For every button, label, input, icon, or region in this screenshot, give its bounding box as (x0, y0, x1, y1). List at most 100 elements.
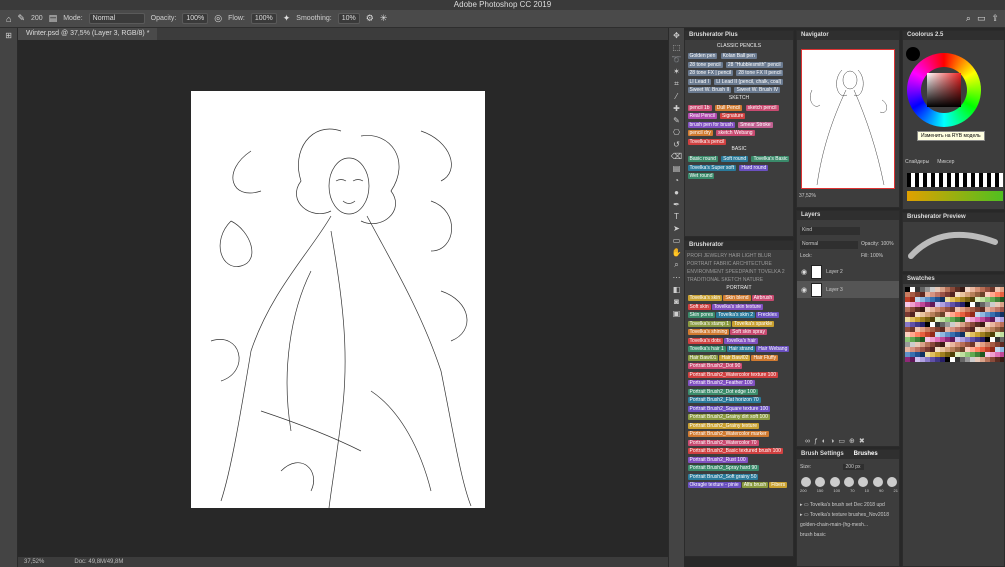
category-line[interactable]: PORTRAIT FABRIC ARCHITECTURE (687, 261, 791, 268)
brush-tag[interactable]: Hard round (739, 164, 769, 171)
share-icon[interactable]: ⇪ (991, 13, 999, 24)
visibility-eye-icon[interactable]: ◉ (801, 268, 807, 276)
category-line[interactable]: ENVIRONMENT SPEEDPAINT TOVELKA 2 (687, 269, 791, 276)
category-line[interactable]: PROFI JEWELRY HAIR LIGHT BLUR (687, 253, 791, 260)
grayscale-strip[interactable] (907, 173, 1003, 187)
new-layer-icon[interactable]: ⊕ (849, 438, 859, 445)
brush-tag[interactable]: Tovelka's skin 2 (716, 312, 755, 318)
type-tool-icon[interactable]: T (669, 212, 684, 221)
layer-filter-select[interactable]: Kind (800, 227, 860, 235)
brush-tag[interactable]: pencil 1b (687, 104, 712, 111)
brush-tag[interactable]: Hair Fluffy (751, 354, 779, 361)
brush-tag[interactable]: 28 tone FX | pencil (687, 70, 734, 76)
brush-tag[interactable]: Portrait Brush2_Grainy dirt soft 100 (687, 414, 770, 420)
brush-tag[interactable]: Dull Pencil (714, 104, 743, 111)
more-tools-icon[interactable]: ⋯ (669, 273, 684, 282)
brush-tag[interactable]: 28 tone pencil (687, 61, 723, 68)
brush-tag[interactable]: Tovelka's dots (687, 337, 723, 344)
brush-tag[interactable]: 28 tone FX II pencil (736, 70, 784, 76)
brush-tag[interactable]: Skin pores (687, 312, 716, 318)
layer-name[interactable]: Layer 3 (826, 287, 843, 293)
color-swatch-icon[interactable]: ◧ (669, 285, 684, 294)
brush-tag[interactable]: Portrait Brush2_Dot edge 100 (687, 388, 758, 395)
brush-tag[interactable]: Hair Webang (756, 346, 790, 352)
brush-tag[interactable]: Portrait Brush2_Dot 90 (687, 363, 743, 369)
navigator-zoom[interactable]: 37,52% (799, 193, 816, 199)
brush-tag[interactable]: Kolan Ball pen (720, 53, 757, 59)
brush-tag[interactable]: Fibers (769, 482, 788, 488)
brush-tag[interactable]: Portrait Brush2_Watercolor marker (687, 431, 769, 437)
color-strip[interactable] (907, 191, 1003, 201)
brush-tag[interactable]: sketch pencil (745, 104, 779, 111)
brush-tip[interactable] (872, 477, 883, 487)
brush-tag[interactable]: Wet round (687, 173, 715, 179)
brush-tag[interactable]: Portrait Brush2_Basic textured brush 100 (687, 448, 783, 454)
brush-tag[interactable]: Skin blend (723, 295, 751, 301)
brush-tag[interactable]: Tovelka's stamp 1 (687, 320, 732, 327)
brush-tip[interactable] (858, 477, 869, 487)
brush-item[interactable]: brush basic (800, 530, 898, 540)
home-icon[interactable]: ⌂ (6, 14, 11, 24)
quick-mask-icon[interactable]: ◙ (669, 297, 684, 306)
brush-tag[interactable]: Signature (720, 113, 746, 119)
search-icon[interactable]: ⌕ (966, 13, 971, 24)
brush-tip[interactable] (815, 477, 826, 487)
flow-field[interactable]: 100% (250, 13, 277, 24)
visibility-eye-icon[interactable]: ◉ (801, 286, 807, 294)
rectangle-tool-icon[interactable]: ▭ (669, 236, 684, 245)
brush-tag[interactable]: Sweet W. Brush IV (734, 87, 781, 93)
trash-icon[interactable]: ✖ (859, 438, 869, 445)
blur-icon[interactable]: ◔ (669, 176, 684, 185)
tab-brush-settings[interactable]: Brush Settings (801, 450, 844, 459)
brush-tag[interactable]: Freckles (755, 312, 779, 318)
tab-mixer[interactable]: Миксер (937, 159, 954, 165)
brush-tag[interactable]: Alfa brush (741, 482, 769, 488)
move-tool-icon[interactable]: ✥ (669, 31, 684, 40)
hand-tool-icon[interactable]: ✋ (669, 248, 684, 257)
workspace-icon[interactable]: ▭ (977, 13, 986, 24)
folder-icon[interactable]: ▭ (838, 438, 849, 445)
airbrush-icon[interactable]: ✦ (283, 13, 291, 24)
brush-tag[interactable]: Basic round (687, 156, 718, 162)
brush-tip[interactable] (843, 477, 854, 487)
magic-wand-icon[interactable]: ✶ (669, 67, 684, 76)
brush-tag[interactable]: Tovelka's skin texture (711, 303, 764, 310)
brush-tag[interactable]: pencil dry (687, 130, 713, 136)
artboard-sketch[interactable] (191, 91, 485, 509)
path-select-icon[interactable]: ➤ (669, 224, 684, 233)
zoom-readout[interactable]: 37,52% (24, 557, 44, 567)
brush-tag[interactable]: Hair Bawl01 (687, 354, 719, 361)
doc-info[interactable]: Doc: 49,8M/49,8M (74, 557, 123, 567)
brush-tag[interactable]: Soft skin spray (730, 329, 767, 335)
smoothing-field[interactable]: 10% (337, 13, 360, 24)
pressure-opacity-icon[interactable]: ◎ (214, 13, 222, 24)
tab-brushes[interactable]: Brushes (854, 450, 878, 459)
pen-tool-icon[interactable]: ✒ (669, 200, 684, 209)
brush-tag[interactable]: Soft skin (687, 303, 711, 310)
brush-tag[interactable]: Tovelka's skin (687, 295, 723, 301)
color-wheel[interactable] (907, 53, 981, 127)
brush-tag[interactable]: Portrait Brush2_Watercolor 70 (687, 439, 759, 446)
collapse-toolbar-icon[interactable]: ⊞ (0, 31, 17, 40)
brush-tag[interactable]: Airbrush (751, 295, 775, 301)
screen-mode-icon[interactable]: ▣ (669, 309, 684, 318)
brush-tag[interactable]: Portrait Brush2_Flat horizon 70 (687, 397, 761, 403)
brush-panel-toggle-icon[interactable]: ▤ (49, 13, 58, 24)
mode-select[interactable]: Normal (88, 13, 145, 24)
eraser-icon[interactable]: ⌫ (669, 152, 684, 161)
brush-tip[interactable] (801, 477, 811, 487)
brush-size-readout[interactable]: 200 (31, 15, 43, 22)
saturation-square[interactable] (927, 73, 961, 107)
navigator-thumbnail[interactable] (801, 49, 895, 189)
canvas-area[interactable] (18, 40, 668, 557)
brush-tag[interactable]: Portrait Brush2_Soft grainy 50 (687, 473, 759, 480)
brush-tag[interactable]: Smear Stroke (738, 121, 773, 128)
brush-tag[interactable]: Soft round (721, 156, 749, 162)
mask-icon[interactable]: ◐ (822, 438, 830, 445)
brush-tag[interactable]: Hair Bawl02 (719, 354, 751, 361)
opacity-field[interactable]: 100% (182, 13, 209, 24)
brush-tag[interactable]: Portrait Brush2_Feather 100 (687, 380, 755, 386)
brush-tag[interactable]: LI Lead I (687, 78, 711, 85)
brush-tool-icon[interactable]: ✎ (17, 13, 25, 24)
brush-group-folder[interactable]: ▸ ▭ Tovelka's texture brushes_Nov2018 (800, 510, 898, 520)
